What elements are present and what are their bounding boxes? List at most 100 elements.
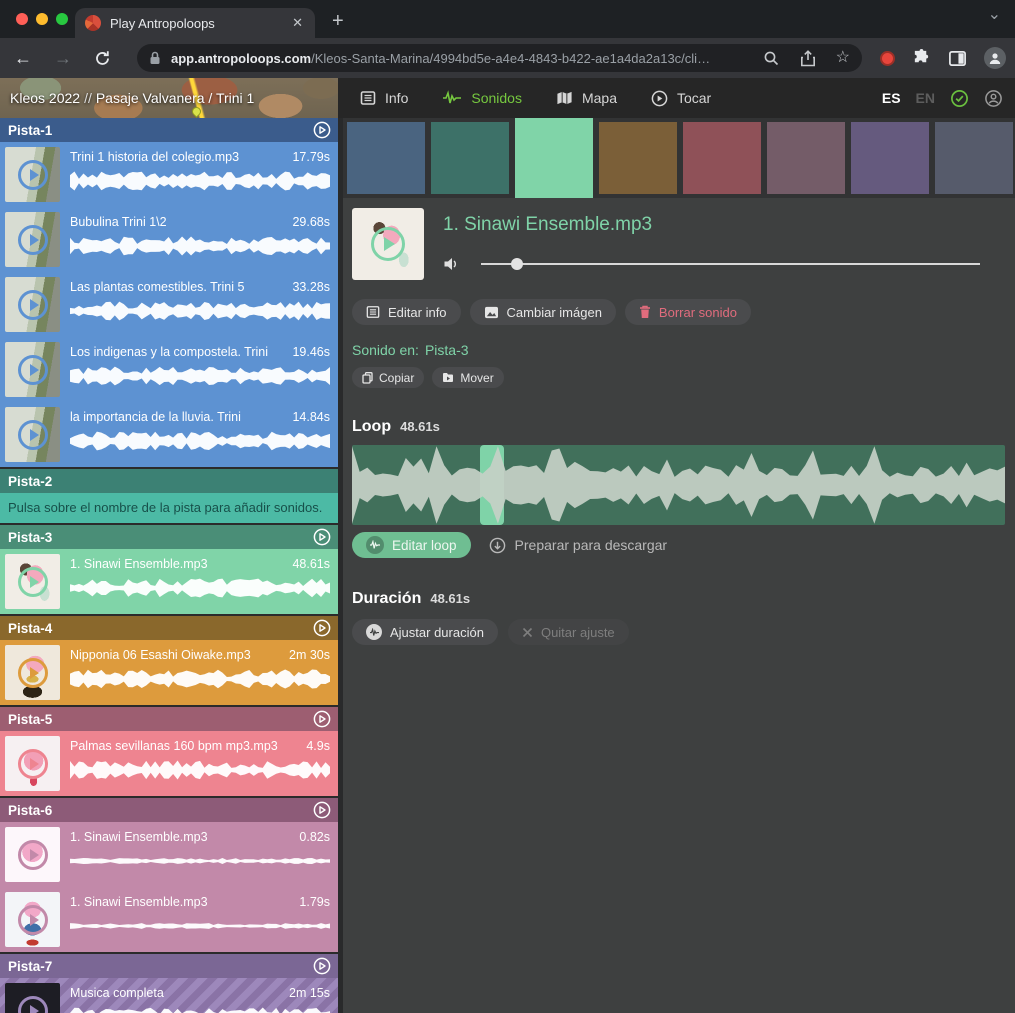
address-bar[interactable]: app.antropoloops.com /Kleos-Santa-Marina… xyxy=(137,44,862,72)
sound-thumbnail[interactable] xyxy=(352,208,424,280)
clip-play-overlay-icon[interactable] xyxy=(18,225,48,255)
clip-thumbnail[interactable] xyxy=(5,212,60,267)
reload-button[interactable] xyxy=(94,50,111,67)
track-header-pista-2[interactable]: Pista-2 xyxy=(0,469,338,493)
edit-loop-button[interactable]: Editar loop xyxy=(352,532,471,558)
clip-title: Bubulina Trini 1\2 xyxy=(70,215,175,229)
track-color-swatch-4[interactable] xyxy=(599,122,677,194)
edit-info-button[interactable]: Editar info xyxy=(352,299,461,325)
track-header-pista-6[interactable]: Pista-6 xyxy=(0,798,338,822)
track-header-pista-1[interactable]: Pista-1 xyxy=(0,118,338,142)
clip-play-overlay-icon[interactable] xyxy=(18,355,48,385)
clip-thumbnail[interactable] xyxy=(5,983,60,1013)
lang-en[interactable]: EN xyxy=(916,90,935,106)
track-play-button[interactable] xyxy=(313,710,331,728)
move-button[interactable]: Mover xyxy=(432,367,503,388)
clip-row[interactable]: Palmas sevillanas 160 bpm mp3.mp34.9s xyxy=(0,731,338,796)
track-header-pista-5[interactable]: Pista-5 xyxy=(0,707,338,731)
clip-thumbnail[interactable] xyxy=(5,827,60,882)
zoom-page-icon[interactable] xyxy=(763,50,780,67)
clip-play-overlay-icon[interactable] xyxy=(18,905,48,935)
clip-play-overlay-icon[interactable] xyxy=(18,290,48,320)
track-play-button[interactable] xyxy=(313,528,331,546)
clip-play-overlay-icon[interactable] xyxy=(18,567,48,597)
browser-tab[interactable]: Play Antropoloops ✕ xyxy=(75,8,315,38)
tab-close-icon[interactable]: ✕ xyxy=(290,15,305,31)
adjust-duration-button[interactable]: Ajustar duración xyxy=(352,619,498,645)
sync-check-icon[interactable] xyxy=(950,89,969,108)
clip-play-overlay-icon[interactable] xyxy=(18,420,48,450)
track-color-swatch-7[interactable] xyxy=(851,122,929,194)
fullscreen-window-icon[interactable] xyxy=(56,13,68,25)
volume-slider[interactable] xyxy=(481,258,980,270)
clip-row[interactable]: Musica completa2m 15s xyxy=(0,978,338,1013)
lang-es[interactable]: ES xyxy=(882,90,901,106)
track-color-swatch-2[interactable] xyxy=(431,122,509,194)
map-thumbnail-breadcrumb[interactable]: Kleos 2022//Pasaje Valvanera / Trini 1 xyxy=(0,78,338,118)
track-header-pista-7[interactable]: Pista-7 xyxy=(0,954,338,978)
share-icon[interactable] xyxy=(800,50,816,67)
track-header-pista-3[interactable]: Pista-3 xyxy=(0,525,338,549)
clip-play-overlay-icon[interactable] xyxy=(18,996,48,1013)
minimize-window-icon[interactable] xyxy=(36,13,48,25)
loop-waveform[interactable] xyxy=(352,445,1005,525)
track-color-swatch-1[interactable] xyxy=(347,122,425,194)
remove-adjust-button[interactable]: Quitar ajuste xyxy=(508,619,629,645)
clip-play-overlay-icon[interactable] xyxy=(18,658,48,688)
change-image-button[interactable]: Cambiar imágen xyxy=(470,299,616,325)
new-tab-button[interactable]: + xyxy=(332,7,344,35)
forward-button[interactable]: → xyxy=(54,48,72,69)
clip-row[interactable]: 1. Sinawi Ensemble.mp31.79s xyxy=(0,887,338,952)
track-play-button[interactable] xyxy=(313,801,331,819)
track-color-swatch-5[interactable] xyxy=(683,122,761,194)
profile-avatar-icon[interactable] xyxy=(984,47,1006,69)
clip-row[interactable]: Bubulina Trini 1\229.68s xyxy=(0,207,338,272)
clip-play-overlay-icon[interactable] xyxy=(18,160,48,190)
nav-sonidos[interactable]: Sonidos xyxy=(442,90,522,106)
track-color-swatch-8[interactable] xyxy=(935,122,1013,194)
track-section: Pista-1Trini 1 historia del colegio.mp31… xyxy=(0,118,338,467)
tab-list-chevron-icon[interactable]: ⌄ xyxy=(988,4,1001,24)
clip-title: Nipponia 06 Esashi Oiwake.mp3 xyxy=(70,648,259,662)
clip-row[interactable]: Trini 1 historia del colegio.mp317.79s xyxy=(0,142,338,207)
nav-info[interactable]: Info xyxy=(360,90,408,106)
track-play-button[interactable] xyxy=(313,957,331,975)
close-window-icon[interactable] xyxy=(16,13,28,25)
delete-sound-button[interactable]: Borrar sonido xyxy=(625,299,751,325)
prepare-download-button[interactable]: Preparar para descargar xyxy=(489,537,668,554)
clip-thumbnail[interactable] xyxy=(5,645,60,700)
sidepanel-icon[interactable] xyxy=(948,49,967,68)
clip-row[interactable]: 1. Sinawi Ensemble.mp30.82s xyxy=(0,822,338,887)
clip-thumbnail[interactable] xyxy=(5,342,60,397)
track-play-button[interactable] xyxy=(313,619,331,637)
track-color-swatch-6[interactable] xyxy=(767,122,845,194)
extensions-puzzle-icon[interactable] xyxy=(912,49,931,68)
track-play-button[interactable] xyxy=(313,121,331,139)
account-icon[interactable] xyxy=(984,89,1003,108)
clip-row[interactable]: Nipponia 06 Esashi Oiwake.mp32m 30s xyxy=(0,640,338,705)
nav-tocar[interactable]: Tocar xyxy=(651,90,711,107)
site-favicon-icon xyxy=(85,15,101,31)
volume-slider-thumb[interactable] xyxy=(511,258,523,270)
sound-in-track-link[interactable]: Pista-3 xyxy=(425,342,469,358)
clip-row[interactable]: la importancia de la lluvia. Trini14.84s xyxy=(0,402,338,467)
adjust-duration-label: Ajustar duración xyxy=(390,625,484,640)
clip-play-overlay-icon[interactable] xyxy=(18,749,48,779)
clip-play-overlay-icon[interactable] xyxy=(18,840,48,870)
clip-thumbnail[interactable] xyxy=(5,407,60,462)
clip-row[interactable]: Los indigenas y la compostela. Trini19.4… xyxy=(0,337,338,402)
clip-thumbnail[interactable] xyxy=(5,736,60,791)
back-button[interactable]: ← xyxy=(14,48,32,69)
clip-row[interactable]: Las plantas comestibles. Trini 533.28s xyxy=(0,272,338,337)
clip-thumbnail[interactable] xyxy=(5,554,60,609)
copy-button[interactable]: Copiar xyxy=(352,367,424,388)
clip-thumbnail[interactable] xyxy=(5,277,60,332)
clip-thumbnail[interactable] xyxy=(5,147,60,202)
track-color-swatch-3[interactable] xyxy=(515,118,593,198)
nav-mapa[interactable]: Mapa xyxy=(556,90,617,106)
bookmark-star-icon[interactable]: ☆ xyxy=(836,50,850,67)
record-extension-icon[interactable] xyxy=(880,51,895,66)
clip-row[interactable]: 1. Sinawi Ensemble.mp348.61s xyxy=(0,549,338,614)
track-header-pista-4[interactable]: Pista-4 xyxy=(0,616,338,640)
clip-thumbnail[interactable] xyxy=(5,892,60,947)
